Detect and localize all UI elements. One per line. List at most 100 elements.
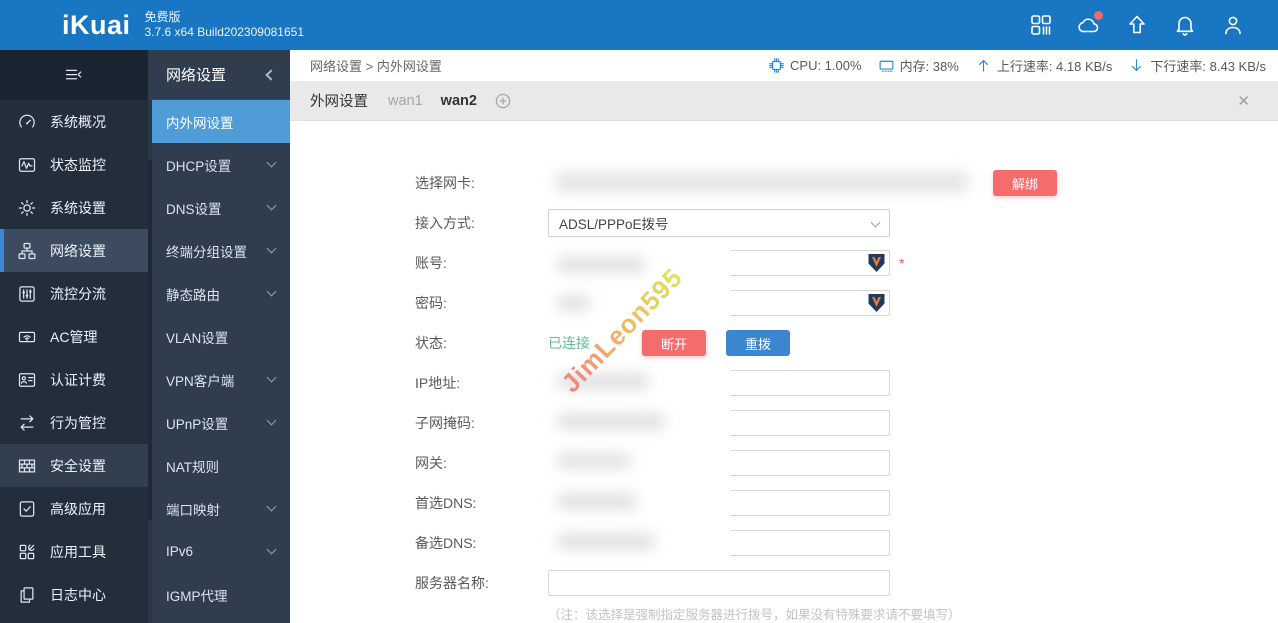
version-info: 免费版 3.7.6 x64 Build202309081651 bbox=[145, 10, 304, 40]
download-value: 下行速率: 8.43 KB/s bbox=[1150, 59, 1266, 74]
autofill-shield-icon[interactable] bbox=[867, 253, 886, 273]
submenu-item-vpn-client[interactable]: VPN客户端 bbox=[148, 358, 290, 401]
submenu-item-static-route[interactable]: 静态路由 bbox=[148, 272, 290, 315]
sidebar-item-label: 应用工具 bbox=[50, 543, 106, 560]
hamburger-collapse-icon bbox=[64, 65, 84, 85]
submenu-item-label: 静态路由 bbox=[166, 287, 220, 303]
form-panel: 选择网卡: 解绑 接入方式: ADSL/PPPoE拨号 账号: * 密码: 状态… bbox=[290, 121, 1278, 623]
submenu-header: 网络设置 bbox=[148, 50, 290, 100]
swap-arrows-icon bbox=[17, 413, 37, 433]
sidebar-item-network-settings[interactable]: 网络设置 bbox=[0, 229, 148, 272]
chevron-down-icon bbox=[266, 157, 277, 168]
memory-icon bbox=[878, 57, 895, 74]
autofill-shield-icon[interactable] bbox=[867, 293, 886, 313]
user-icon[interactable] bbox=[1221, 13, 1245, 37]
chevron-down-icon bbox=[266, 200, 277, 211]
cloud-icon[interactable] bbox=[1077, 11, 1103, 37]
chevron-down-icon bbox=[266, 501, 277, 512]
upload-stat: 上行速率: 4.18 KB/s bbox=[975, 56, 1112, 75]
censored-region-nic bbox=[545, 163, 988, 201]
required-asterisk: * bbox=[899, 255, 905, 271]
sidebar-collapse-button[interactable] bbox=[0, 50, 148, 100]
top-header-bar: iKuai 免费版 3.7.6 x64 Build202309081651 bbox=[0, 0, 1278, 50]
password-label: 密码: bbox=[415, 295, 447, 311]
status-label: 状态: bbox=[415, 335, 447, 351]
sidebar-item-label: 安全设置 bbox=[50, 457, 106, 474]
sidebar-item-status-monitor[interactable]: 状态监控 bbox=[0, 143, 148, 186]
tab-wan1[interactable]: wan1 bbox=[388, 93, 423, 109]
submenu-item-nat-rules[interactable]: NAT规则 bbox=[148, 444, 290, 487]
submenu-panel: 网络设置 内外网设置 DHCP设置 DNS设置 终端分组设置 静态路由 VLAN… bbox=[148, 50, 290, 623]
ikuai-logo: iKuai bbox=[62, 9, 131, 40]
sidebar-item-label: 状态监控 bbox=[50, 156, 106, 173]
sliders-icon bbox=[17, 284, 37, 304]
sidebar-item-system-overview[interactable]: 系统概况 bbox=[0, 100, 148, 143]
breadcrumb: 网络设置 > 内外网设置 bbox=[310, 59, 442, 74]
memory-value: 内存: 38% bbox=[899, 59, 959, 74]
submenu-item-label: UPnP设置 bbox=[166, 416, 229, 432]
chevron-down-icon bbox=[870, 217, 881, 227]
upgrade-arrow-icon[interactable] bbox=[1125, 13, 1149, 37]
sidebar-item-label: 系统设置 bbox=[50, 199, 106, 216]
disconnect-button[interactable]: 断开 bbox=[642, 330, 707, 356]
cpu-stat: CPU: 1.00% bbox=[768, 57, 862, 74]
sidebar-item-auth-billing[interactable]: 认证计费 bbox=[0, 358, 148, 401]
sidebar-item-security-settings[interactable]: 安全设置 bbox=[0, 444, 148, 487]
collapse-left-icon[interactable] bbox=[265, 68, 277, 81]
submenu-item-dns[interactable]: DNS设置 bbox=[148, 186, 290, 229]
submenu-item-label: DNS设置 bbox=[166, 201, 222, 217]
sidebar-item-system-settings[interactable]: 系统设置 bbox=[0, 186, 148, 229]
submenu-item-label: DHCP设置 bbox=[166, 158, 232, 174]
close-panel-icon[interactable]: ✕ bbox=[1237, 92, 1258, 110]
chevron-down-icon bbox=[266, 415, 277, 426]
add-wan-icon[interactable] bbox=[495, 93, 511, 109]
submenu-item-label: 内外网设置 bbox=[166, 115, 234, 131]
sidebar-item-traffic-control[interactable]: 流控分流 bbox=[0, 272, 148, 315]
tab-group-title: 外网设置 bbox=[310, 94, 368, 110]
submenu-item-label: VLAN设置 bbox=[166, 330, 229, 346]
id-card-icon bbox=[17, 370, 37, 390]
sidebar-item-ac-management[interactable]: AC管理 bbox=[0, 315, 148, 358]
status-row: 状态: 已连接 断开 重拨 bbox=[415, 323, 1278, 363]
build-label: 3.7.6 x64 Build202309081651 bbox=[144, 25, 304, 39]
sidebar-item-app-tools[interactable]: 应用工具 bbox=[0, 530, 148, 573]
submenu-item-label: 端口映射 bbox=[166, 502, 220, 518]
server-name-input[interactable] bbox=[548, 570, 890, 596]
sidebar-item-advanced-apps[interactable]: 高级应用 bbox=[0, 487, 148, 530]
access-mode-select[interactable]: ADSL/PPPoE拨号 bbox=[548, 209, 890, 237]
bell-icon[interactable] bbox=[1173, 13, 1197, 37]
tab-wan2[interactable]: wan2 bbox=[441, 93, 477, 109]
access-mode-value: ADSL/PPPoE拨号 bbox=[559, 217, 669, 232]
censored-region-values bbox=[545, 250, 730, 558]
chevron-down-icon bbox=[266, 286, 277, 297]
wan-tab-bar: 外网设置 wan1 wan2 ✕ bbox=[290, 81, 1278, 121]
apps-grid-icon[interactable] bbox=[1029, 13, 1053, 37]
sidebar-item-label: 流控分流 bbox=[50, 285, 106, 302]
wifi-ap-icon bbox=[17, 327, 37, 347]
submenu-item-upnp[interactable]: UPnP设置 bbox=[148, 401, 290, 444]
memory-stat: 内存: 38% bbox=[878, 56, 959, 75]
unbind-button[interactable]: 解绑 bbox=[993, 170, 1058, 196]
submenu-item-vlan[interactable]: VLAN设置 bbox=[148, 315, 290, 358]
submenu-item-port-mapping[interactable]: 端口映射 bbox=[148, 487, 290, 530]
submenu-item-igmp-proxy[interactable]: IGMP代理 bbox=[148, 573, 290, 616]
system-stats: CPU: 1.00% 内存: 38% 上行速率: 4.18 KB/s 下行速率:… bbox=[768, 56, 1266, 75]
submenu-item-label: NAT规则 bbox=[166, 459, 219, 475]
submenu-scrollbar-track[interactable] bbox=[148, 100, 152, 623]
redial-button[interactable]: 重拨 bbox=[726, 330, 791, 356]
submenu-item-wan-lan-settings[interactable]: 内外网设置 bbox=[148, 100, 290, 143]
header-icon-group bbox=[1029, 11, 1278, 37]
chevron-down-icon bbox=[266, 372, 277, 383]
submenu-scrollbar-thumb[interactable] bbox=[148, 160, 152, 520]
chevron-down-icon bbox=[266, 243, 277, 254]
submenu-item-dhcp[interactable]: DHCP设置 bbox=[148, 143, 290, 186]
chevron-down-icon bbox=[266, 544, 277, 555]
sidebar-item-log-center[interactable]: 日志中心 bbox=[0, 573, 148, 616]
network-sitemap-icon bbox=[17, 241, 37, 261]
submenu-item-terminal-group[interactable]: 终端分组设置 bbox=[148, 229, 290, 272]
sidebar-item-behavior-control[interactable]: 行为管控 bbox=[0, 401, 148, 444]
tools-grid-icon bbox=[17, 542, 37, 562]
mask-label: 子网掩码: bbox=[415, 415, 475, 431]
submenu-item-ipv6[interactable]: IPv6 bbox=[148, 530, 290, 573]
arrow-down-icon bbox=[1128, 57, 1145, 74]
